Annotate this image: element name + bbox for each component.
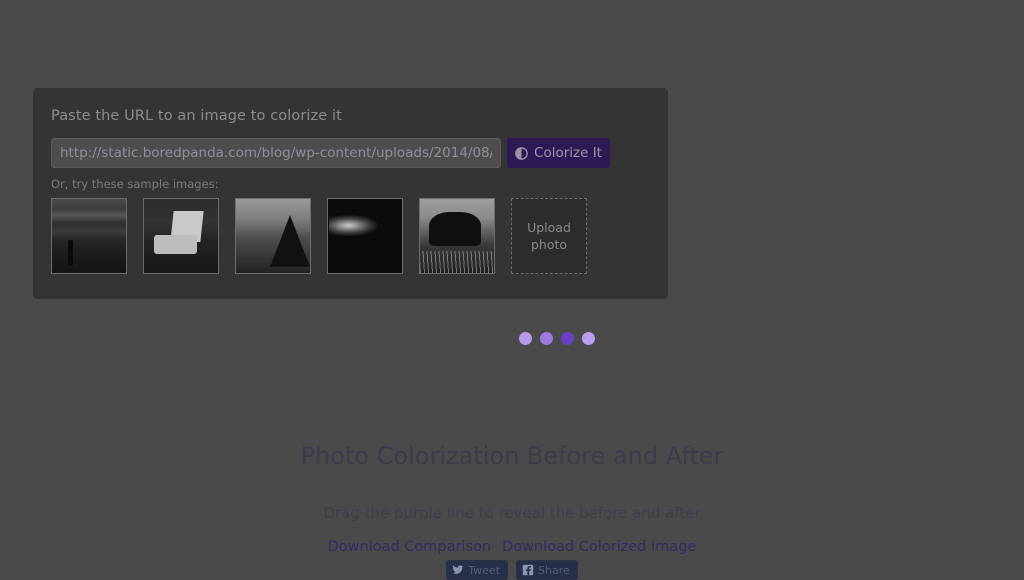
image-url-input[interactable]: [51, 138, 501, 168]
sample-thumb-race-truck[interactable]: [143, 198, 219, 274]
loading-dot-1: [519, 332, 532, 345]
race-truck-sample-image: [144, 199, 218, 273]
samples-row: Upload photo: [51, 198, 650, 274]
upload-photo-line1: Upload: [527, 219, 571, 236]
samples-label: Or, try these sample images:: [51, 177, 650, 191]
loading-dot-3: [561, 332, 574, 345]
download-links-separator: |: [491, 539, 502, 555]
colorize-it-button[interactable]: Colorize It: [507, 138, 610, 168]
facebook-share-button[interactable]: Share: [516, 560, 578, 580]
social-share-row: Tweet Share: [0, 560, 1024, 580]
share-label: Share: [538, 564, 570, 577]
mountain-sample-image: [236, 199, 310, 273]
result-title: Photo Colorization Before and After: [0, 440, 1024, 472]
url-row: Colorize It: [51, 138, 650, 168]
facebook-icon: [522, 564, 534, 576]
loading-dot-4: [582, 332, 595, 345]
sample-thumb-mountain[interactable]: [235, 198, 311, 274]
tweet-label: Tweet: [468, 564, 500, 577]
loading-dot-2: [540, 332, 553, 345]
tweet-button[interactable]: Tweet: [446, 560, 508, 580]
panel-heading: Paste the URL to an image to colorize it: [51, 108, 650, 124]
twitter-icon: [452, 564, 464, 576]
result-section: Photo Colorization Before and After Drag…: [0, 440, 1024, 557]
download-links: Download Comparison|Download Colorized I…: [0, 537, 1024, 557]
download-colorized-image-link[interactable]: Download Colorized Image: [502, 539, 696, 555]
result-subtitle: Drag the purple line to reveal the befor…: [0, 503, 1024, 523]
colorize-panel: Paste the URL to an image to colorize it…: [33, 88, 668, 299]
upload-photo-button[interactable]: Upload photo: [511, 198, 587, 274]
sample-thumb-smoke[interactable]: [327, 198, 403, 274]
colorize-it-label: Colorize It: [534, 145, 602, 161]
sample-thumb-beach-figure[interactable]: [51, 198, 127, 274]
contrast-icon: [515, 147, 528, 160]
sample-thumb-cows[interactable]: [419, 198, 495, 274]
beach-figure-sample-image: [52, 199, 126, 273]
smoke-sample-image: [328, 199, 402, 273]
loading-indicator: [519, 332, 595, 345]
upload-photo-line2: photo: [531, 236, 567, 253]
cows-sample-image: [420, 199, 494, 273]
download-comparison-link[interactable]: Download Comparison: [328, 539, 492, 555]
